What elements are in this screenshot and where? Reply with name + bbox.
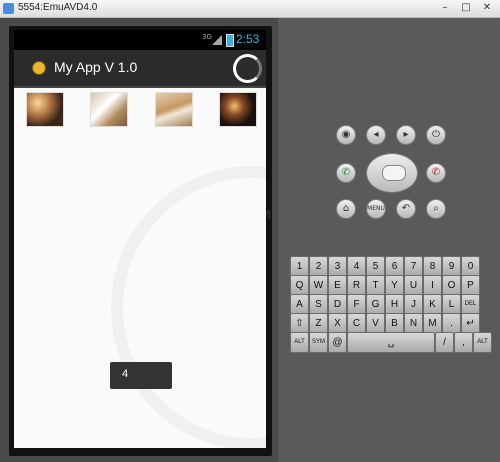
toast-message: 4 — [110, 362, 172, 389]
key-x[interactable]: X — [328, 313, 347, 334]
signal-icon — [212, 35, 222, 45]
maximize-button[interactable]: □ — [459, 2, 473, 14]
watermark-text-1: THAICREATE.COM — [140, 208, 273, 222]
key-comma[interactable]: , — [454, 332, 473, 353]
key-2[interactable]: 2 — [309, 256, 328, 277]
key-l[interactable]: L — [442, 294, 461, 315]
key-1[interactable]: 1 — [290, 256, 309, 277]
key-3[interactable]: 3 — [328, 256, 347, 277]
key-b[interactable]: B — [385, 313, 404, 334]
key-j[interactable]: J — [404, 294, 423, 315]
status-bar: 3G 2:53 — [14, 30, 266, 50]
key-w[interactable]: W — [309, 275, 328, 296]
key-a[interactable]: A — [290, 294, 309, 315]
camera-icon[interactable]: ◉ — [336, 125, 356, 145]
end-call-icon[interactable]: ✆ — [426, 163, 446, 183]
loading-spinner-icon — [233, 54, 262, 83]
key-9[interactable]: 9 — [442, 256, 461, 277]
key-p[interactable]: P — [461, 275, 480, 296]
window-titlebar: 5554:EmuAVD4.0 – □ ✕ — [0, 0, 500, 18]
key-0[interactable]: 0 — [461, 256, 480, 277]
thumbnail-1[interactable] — [26, 92, 64, 127]
key-sym[interactable]: SYM — [309, 332, 328, 353]
key-i[interactable]: I — [423, 275, 442, 296]
window-title: 5554:EmuAVD4.0 — [18, 2, 98, 13]
key-e[interactable]: E — [328, 275, 347, 296]
app-icon[interactable] — [32, 61, 46, 75]
key-f[interactable]: F — [347, 294, 366, 315]
watermark-text-2: Version 2 — [162, 236, 263, 258]
key-r[interactable]: R — [347, 275, 366, 296]
key-k[interactable]: K — [423, 294, 442, 315]
key-n[interactable]: N — [404, 313, 423, 334]
key-y[interactable]: Y — [385, 275, 404, 296]
hardware-keyboard: 1 2 3 4 5 6 7 8 9 0 Q W E R T Y U I O P … — [290, 256, 492, 354]
call-icon[interactable]: ✆ — [336, 163, 356, 183]
key-6[interactable]: 6 — [385, 256, 404, 277]
key-s[interactable]: S — [309, 294, 328, 315]
battery-icon — [226, 34, 234, 47]
dpad-center-button[interactable] — [382, 165, 406, 181]
key-slash[interactable]: / — [435, 332, 454, 353]
volume-down-icon[interactable]: ◂ — [366, 125, 386, 145]
key-t[interactable]: T — [366, 275, 385, 296]
power-icon[interactable]: ⏻ — [426, 125, 446, 145]
minimize-button[interactable]: – — [438, 2, 452, 14]
key-c[interactable]: C — [347, 313, 366, 334]
key-enter[interactable]: ↵ — [461, 313, 480, 334]
key-h[interactable]: H — [385, 294, 404, 315]
emulator-icon — [3, 3, 14, 14]
key-space[interactable]: ␣ — [347, 332, 435, 353]
key-period[interactable]: . — [442, 313, 461, 334]
key-7[interactable]: 7 — [404, 256, 423, 277]
status-time: 2:53 — [236, 32, 260, 46]
key-alt-left[interactable]: ALT — [290, 332, 309, 353]
home-icon[interactable]: ⌂ — [336, 199, 356, 219]
key-u[interactable]: U — [404, 275, 423, 296]
key-alt-right[interactable]: ALT — [473, 332, 492, 353]
thumbnail-4[interactable] — [219, 92, 257, 127]
action-bar: My App V 1.0 — [14, 50, 266, 88]
key-z[interactable]: Z — [309, 313, 328, 334]
key-shift[interactable]: ⇧ — [290, 313, 309, 334]
key-d[interactable]: D — [328, 294, 347, 315]
search-icon[interactable]: ⌕ — [426, 199, 446, 219]
volume-up-icon[interactable]: ▸ — [396, 125, 416, 145]
key-delete[interactable]: DEL — [461, 294, 480, 315]
network-type: 3G — [202, 33, 212, 41]
key-8[interactable]: 8 — [423, 256, 442, 277]
key-g[interactable]: G — [366, 294, 385, 315]
back-icon[interactable]: ↶ — [396, 199, 416, 219]
toast-text: 4 — [122, 368, 129, 380]
key-5[interactable]: 5 — [366, 256, 385, 277]
emulator-skin-right — [278, 18, 500, 462]
app-title: My App V 1.0 — [54, 59, 138, 75]
thumbnail-3[interactable] — [155, 92, 193, 127]
key-o[interactable]: O — [442, 275, 461, 296]
key-4[interactable]: 4 — [347, 256, 366, 277]
menu-button[interactable]: MENU — [366, 199, 386, 219]
key-v[interactable]: V — [366, 313, 385, 334]
thumbnail-2[interactable] — [90, 92, 128, 127]
close-button[interactable]: ✕ — [480, 2, 494, 14]
key-m[interactable]: M — [423, 313, 442, 334]
key-at[interactable]: @ — [328, 332, 347, 353]
key-q[interactable]: Q — [290, 275, 309, 296]
